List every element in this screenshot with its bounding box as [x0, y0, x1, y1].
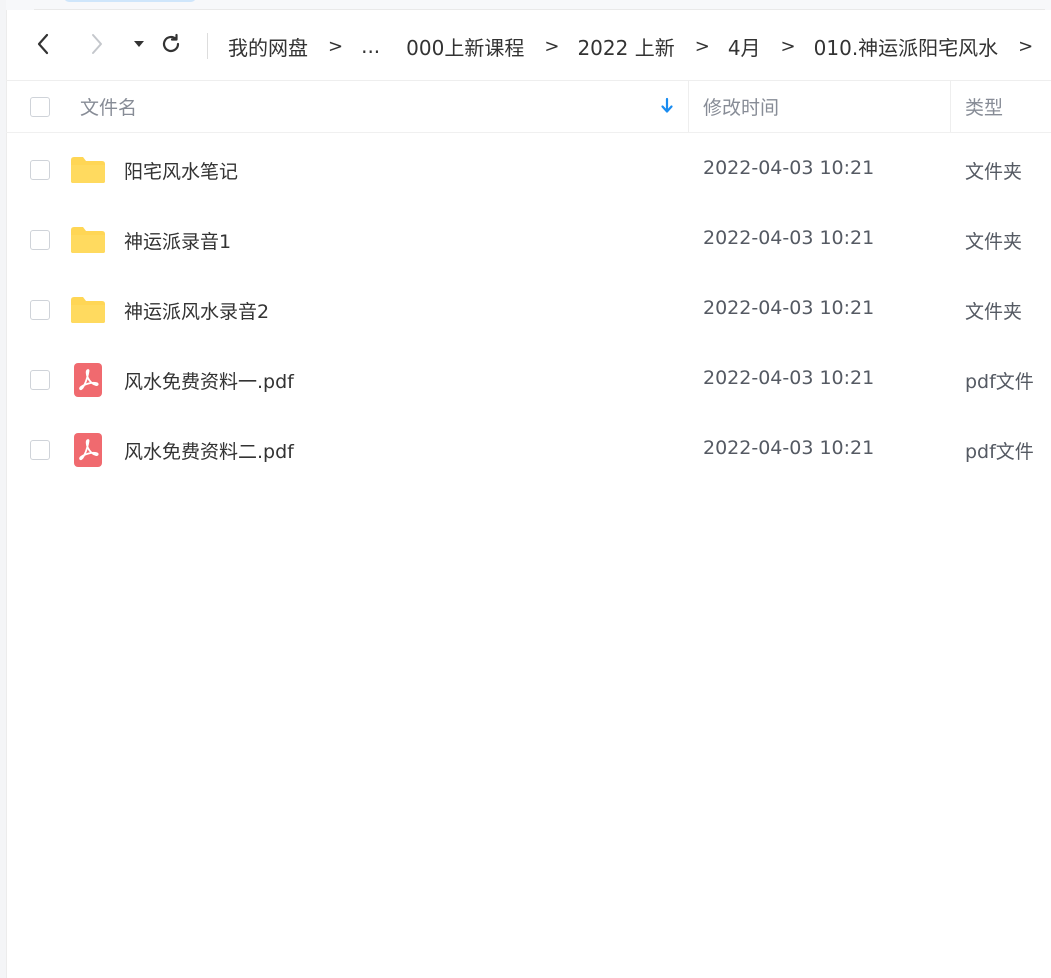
- breadcrumb-item-new-courses[interactable]: 000上新课程: [406, 32, 524, 61]
- column-divider[interactable]: [950, 81, 951, 132]
- top-divider: [34, 9, 1045, 10]
- folder-icon: [71, 297, 105, 323]
- file-name[interactable]: 风水免费资料一.pdf: [124, 367, 294, 394]
- breadcrumb-item-ellipsis[interactable]: ...: [361, 34, 380, 58]
- file-type: pdf文件: [965, 371, 1034, 393]
- breadcrumb-item-current-folder[interactable]: 010.神运派阳宅风水: [814, 32, 999, 61]
- file-row[interactable]: 风水免费资料二.pdf 2022-04-03 10:21 pdf文件: [6, 415, 1051, 485]
- column-header-name[interactable]: 文件名: [80, 93, 137, 120]
- column-divider[interactable]: [688, 81, 689, 132]
- file-manager-window: 我的网盘 > ... 000上新课程 > 2022 上新 > 4月 > 010.…: [0, 0, 1051, 978]
- row-checkbox[interactable]: [30, 160, 50, 180]
- folder-icon: [71, 157, 105, 183]
- file-type: 文件夹: [965, 231, 1023, 253]
- breadcrumb-separator: >: [328, 35, 344, 57]
- navigation-toolbar: 我的网盘 > ... 000上新课程 > 2022 上新 > 4月 > 010.…: [6, 11, 1051, 81]
- top-tab-pill[interactable]: [64, 0, 196, 2]
- file-row[interactable]: 神运派录音1 2022-04-03 10:21 文件夹: [6, 205, 1051, 275]
- column-header-modified[interactable]: 修改时间: [703, 93, 779, 120]
- folder-icon: [71, 227, 105, 253]
- pdf-icon: [74, 433, 102, 467]
- list-header: 文件名 修改时间 类型: [6, 81, 1051, 133]
- file-modified: 2022-04-03 10:21: [703, 227, 875, 249]
- row-checkbox[interactable]: [30, 440, 50, 460]
- refresh-icon: [162, 33, 180, 53]
- file-type: pdf文件: [965, 441, 1034, 463]
- sort-descending-icon[interactable]: [660, 95, 674, 117]
- breadcrumb-item-2022[interactable]: 2022 上新: [577, 32, 674, 61]
- file-modified: 2022-04-03 10:21: [703, 157, 875, 179]
- chevron-right-icon: [92, 34, 102, 54]
- file-type: 文件夹: [965, 301, 1023, 323]
- file-row[interactable]: 风水免费资料一.pdf 2022-04-03 10:21 pdf文件: [6, 345, 1051, 415]
- file-modified: 2022-04-03 10:21: [703, 367, 875, 389]
- file-name[interactable]: 神运派录音1: [124, 227, 231, 254]
- history-dropdown-button[interactable]: [124, 29, 154, 59]
- file-modified: 2022-04-03 10:21: [703, 297, 875, 319]
- refresh-button[interactable]: [156, 29, 186, 59]
- file-row[interactable]: 神运派风水录音2 2022-04-03 10:21 文件夹: [6, 275, 1051, 345]
- breadcrumb-separator: >: [694, 35, 710, 57]
- file-list: 阳宅风水笔记 2022-04-03 10:21 文件夹 神运派录音1 2022-…: [6, 135, 1051, 485]
- row-checkbox[interactable]: [30, 230, 50, 250]
- breadcrumb-item-april[interactable]: 4月: [728, 32, 761, 61]
- file-name[interactable]: 神运派风水录音2: [124, 297, 269, 324]
- toolbar-separator: [207, 33, 208, 59]
- breadcrumb-separator: >: [1018, 35, 1034, 57]
- breadcrumb-separator: >: [544, 35, 560, 57]
- pdf-icon: [74, 363, 102, 397]
- column-header-type[interactable]: 类型: [965, 93, 1003, 120]
- breadcrumb-separator: >: [780, 35, 796, 57]
- back-button[interactable]: [28, 29, 58, 59]
- file-modified: 2022-04-03 10:21: [703, 437, 875, 459]
- file-row[interactable]: 阳宅风水笔记 2022-04-03 10:21 文件夹: [6, 135, 1051, 205]
- select-all-checkbox[interactable]: [30, 97, 50, 117]
- forward-button[interactable]: [82, 29, 112, 59]
- chevron-left-icon: [37, 33, 49, 55]
- row-checkbox[interactable]: [30, 370, 50, 390]
- file-type: 文件夹: [965, 161, 1023, 183]
- file-name[interactable]: 风水免费资料二.pdf: [124, 437, 294, 464]
- breadcrumb: 我的网盘 > ... 000上新课程 > 2022 上新 > 4月 > 010.…: [228, 31, 1051, 61]
- breadcrumb-item-my-drive[interactable]: 我的网盘: [228, 32, 308, 61]
- file-name[interactable]: 阳宅风水笔记: [124, 157, 238, 184]
- caret-down-icon: [134, 41, 144, 47]
- row-checkbox[interactable]: [30, 300, 50, 320]
